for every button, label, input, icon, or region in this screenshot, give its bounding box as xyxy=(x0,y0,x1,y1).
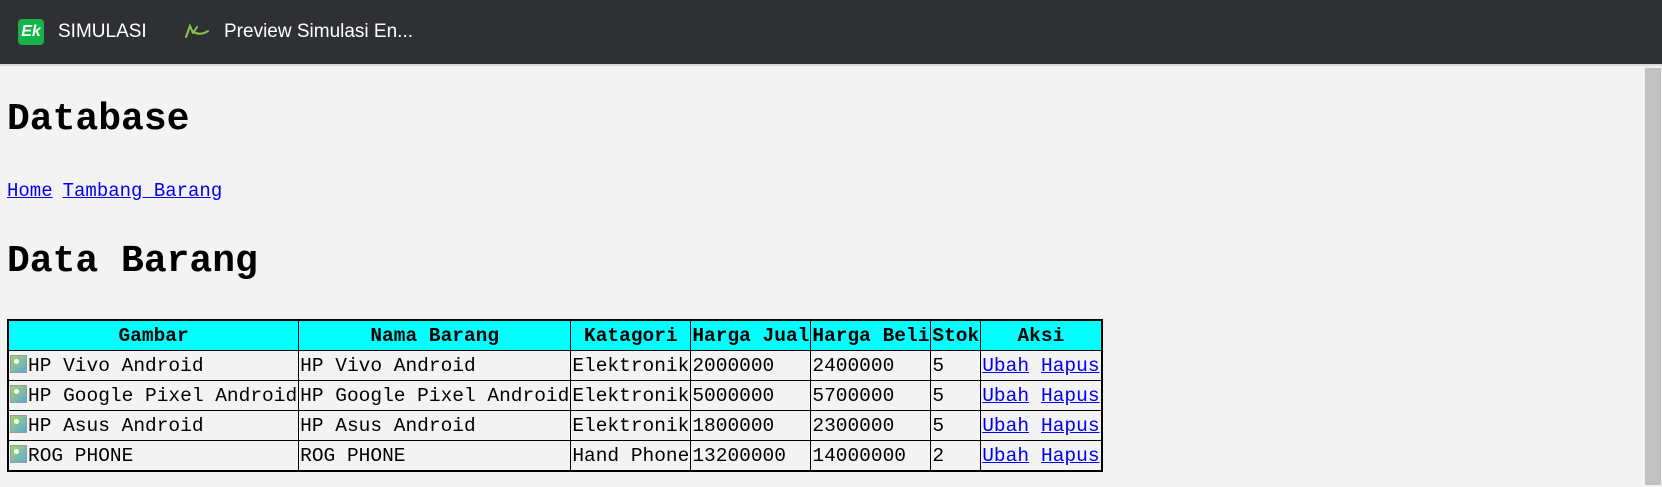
header-harga-jual: Harga Jual xyxy=(690,319,812,351)
nama-cell: HP Google Pixel Android xyxy=(298,380,572,411)
kategori-cell: Elektronik xyxy=(570,410,692,441)
divider xyxy=(0,64,1662,66)
ubah-link[interactable]: Ubah xyxy=(982,385,1029,407)
gambar-cell: HP Asus Android xyxy=(7,410,300,441)
nav-links: Home Tambang Barang xyxy=(7,180,232,202)
image-alt-text: HP Asus Android xyxy=(28,414,204,437)
data-barang-table: Gambar Nama Barang Katagori Harga Jual H… xyxy=(7,319,1103,472)
gambar-cell: HP Vivo Android xyxy=(7,350,300,381)
page-title: Database xyxy=(7,98,190,141)
stok-cell: 2 xyxy=(930,440,982,472)
harga-jual-cell: 5000000 xyxy=(690,380,812,411)
ek-logo-icon: Ek xyxy=(18,19,44,45)
gambar-cell: ROG PHONE xyxy=(7,440,300,472)
ubah-link[interactable]: Ubah xyxy=(982,415,1029,437)
image-alt-text: HP Vivo Android xyxy=(28,354,204,377)
home-link[interactable]: Home xyxy=(7,180,53,202)
ubah-link[interactable]: Ubah xyxy=(982,355,1029,377)
table-row: HP Google Pixel Android HP Google Pixel … xyxy=(7,380,1103,411)
section-title: Data Barang xyxy=(7,240,258,283)
table-row: ROG PHONE ROG PHONE Hand Phone 13200000 … xyxy=(7,440,1103,472)
table-row: HP Asus Android HP Asus Android Elektron… xyxy=(7,410,1103,441)
aksi-cell: Ubah Hapus xyxy=(980,350,1103,381)
harga-beli-cell: 2400000 xyxy=(810,350,932,381)
header-nama-barang: Nama Barang xyxy=(298,319,572,351)
aksi-cell: Ubah Hapus xyxy=(980,440,1103,472)
header-katagori: Katagori xyxy=(570,319,692,351)
nama-cell: ROG PHONE xyxy=(298,440,572,472)
tab-preview-simulasi[interactable]: Preview Simulasi En... xyxy=(184,0,413,64)
broken-image-icon xyxy=(10,444,27,463)
kategori-cell: Elektronik xyxy=(570,380,692,411)
aksi-cell: Ubah Hapus xyxy=(980,410,1103,441)
table-header-row: Gambar Nama Barang Katagori Harga Jual H… xyxy=(7,319,1103,351)
hapus-link[interactable]: Hapus xyxy=(1041,415,1100,437)
stok-cell: 5 xyxy=(930,350,982,381)
scrollbar-thumb[interactable] xyxy=(1645,68,1661,485)
harga-jual-cell: 13200000 xyxy=(690,440,812,472)
stok-cell: 5 xyxy=(930,410,982,441)
image-alt-text: ROG PHONE xyxy=(28,444,134,467)
harga-beli-cell: 14000000 xyxy=(810,440,932,472)
header-gambar: Gambar xyxy=(7,319,300,351)
kategori-cell: Elektronik xyxy=(570,350,692,381)
ubah-link[interactable]: Ubah xyxy=(982,445,1029,467)
table-row: HP Vivo Android HP Vivo Android Elektron… xyxy=(7,350,1103,381)
tab-label: SIMULASI xyxy=(58,21,147,42)
image-alt-text: HP Google Pixel Android xyxy=(28,384,298,407)
stok-cell: 5 xyxy=(930,380,982,411)
nama-cell: HP Vivo Android xyxy=(298,350,572,381)
hapus-link[interactable]: Hapus xyxy=(1041,385,1100,407)
hapus-link[interactable]: Hapus xyxy=(1041,445,1100,467)
broken-image-icon xyxy=(10,354,27,373)
tab-label: Preview Simulasi En... xyxy=(224,21,414,42)
harga-jual-cell: 1800000 xyxy=(690,410,812,441)
broken-image-icon xyxy=(10,414,27,433)
harga-beli-cell: 2300000 xyxy=(810,410,932,441)
kategori-cell: Hand Phone xyxy=(570,440,692,472)
gambar-cell: HP Google Pixel Android xyxy=(7,380,300,411)
harga-jual-cell: 2000000 xyxy=(690,350,812,381)
simulation-icon xyxy=(184,23,210,41)
nama-cell: HP Asus Android xyxy=(298,410,572,441)
broken-image-icon xyxy=(10,384,27,403)
top-bar: Ek SIMULASI Preview Simulasi En... xyxy=(0,0,1662,64)
header-harga-beli: Harga Beli xyxy=(810,319,932,351)
hapus-link[interactable]: Hapus xyxy=(1041,355,1100,377)
header-aksi: Aksi xyxy=(980,319,1103,351)
aksi-cell: Ubah Hapus xyxy=(980,380,1103,411)
header-stok: Stok xyxy=(930,319,982,351)
tambang-barang-link[interactable]: Tambang Barang xyxy=(63,180,223,202)
harga-beli-cell: 5700000 xyxy=(810,380,932,411)
tab-simulasi[interactable]: Ek SIMULASI xyxy=(18,0,147,64)
